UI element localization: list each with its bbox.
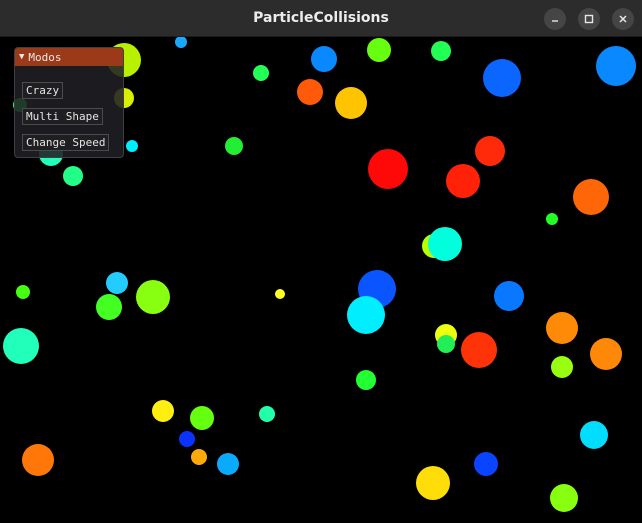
particle <box>190 406 214 430</box>
particle <box>437 335 455 353</box>
triangle-down-icon[interactable]: ▼ <box>19 52 24 62</box>
particle <box>126 140 138 152</box>
particle <box>136 280 170 314</box>
minimize-icon <box>552 20 558 22</box>
particle <box>297 79 323 105</box>
particle <box>259 406 275 422</box>
particle <box>596 46 636 86</box>
particle <box>573 179 609 215</box>
crazy-button[interactable]: Crazy <box>22 82 64 99</box>
particle <box>22 444 54 476</box>
particle <box>16 285 30 299</box>
particle <box>483 59 521 97</box>
particle <box>461 332 497 368</box>
close-icon <box>619 15 627 23</box>
minimize-button[interactable] <box>544 8 566 30</box>
modes-panel[interactable]: ▼ Modos Crazy Multi Shape Change Speed <box>14 47 124 158</box>
panel-body: Crazy Multi Shape Change Speed <box>15 66 123 157</box>
multi-shape-button[interactable]: Multi Shape <box>22 108 103 125</box>
particle <box>225 137 243 155</box>
title-bar[interactable]: ParticleCollisions <box>0 0 642 37</box>
particle <box>475 136 505 166</box>
particle <box>3 328 39 364</box>
particle <box>416 466 450 500</box>
particle <box>580 421 608 449</box>
particle <box>550 484 578 512</box>
particle <box>368 149 408 189</box>
particle <box>590 338 622 370</box>
particle <box>152 400 174 422</box>
particle <box>428 227 462 261</box>
particle <box>106 272 128 294</box>
particle <box>175 37 187 48</box>
app-window: ParticleCollisions ▼ Modos Crazy Multi S… <box>0 0 642 523</box>
particle <box>275 289 285 299</box>
particle <box>367 38 391 62</box>
particle <box>446 164 480 198</box>
particle <box>191 449 207 465</box>
particle <box>63 166 83 186</box>
particle <box>431 41 451 61</box>
particle <box>253 65 269 81</box>
particle <box>217 453 239 475</box>
change-speed-button[interactable]: Change Speed <box>22 134 110 151</box>
particle <box>356 370 376 390</box>
particle <box>551 356 573 378</box>
maximize-icon <box>584 14 594 24</box>
close-button[interactable] <box>612 8 634 30</box>
particle <box>96 294 122 320</box>
particle <box>347 296 385 334</box>
particle <box>546 312 578 344</box>
maximize-button[interactable] <box>578 8 600 30</box>
particle <box>335 87 367 119</box>
particle <box>494 281 524 311</box>
panel-header[interactable]: ▼ Modos <box>15 48 123 66</box>
panel-title: Modos <box>28 50 62 64</box>
particle <box>546 213 558 225</box>
particle <box>179 431 195 447</box>
particle <box>311 46 337 72</box>
particle <box>474 452 498 476</box>
